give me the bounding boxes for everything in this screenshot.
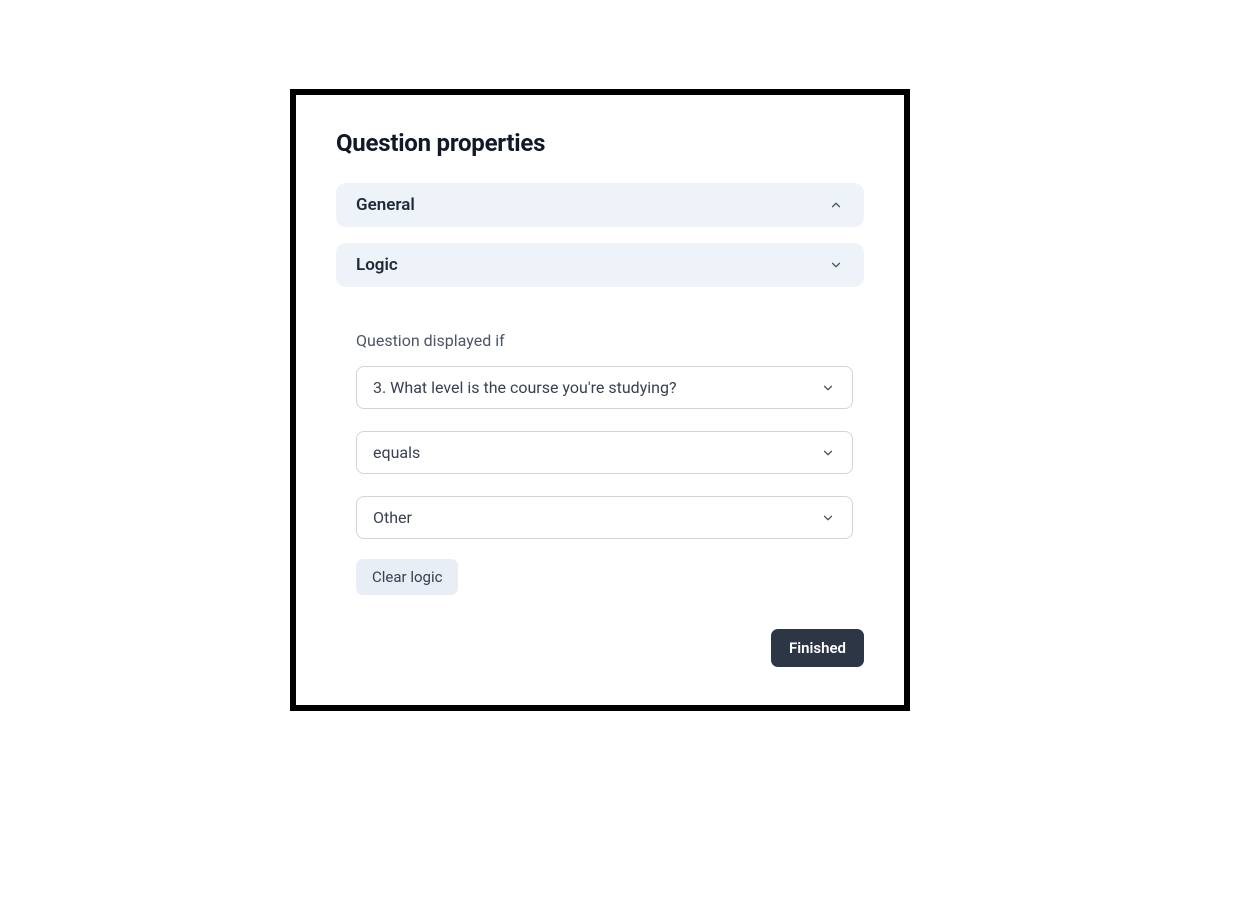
panel-title: Question properties bbox=[336, 129, 864, 157]
accordion-header-general[interactable]: General bbox=[336, 183, 864, 227]
condition-label: Question displayed if bbox=[356, 331, 864, 350]
chevron-down-icon bbox=[820, 380, 836, 396]
accordion-label-logic: Logic bbox=[356, 255, 398, 275]
accordion-header-logic[interactable]: Logic bbox=[336, 243, 864, 287]
chevron-down-icon bbox=[828, 257, 844, 273]
chevron-up-icon bbox=[828, 197, 844, 213]
value-select-value: Other bbox=[373, 508, 412, 527]
operator-select[interactable]: equals bbox=[356, 431, 853, 474]
question-select-value: 3. What level is the course you're study… bbox=[373, 378, 677, 397]
chevron-down-icon bbox=[820, 445, 836, 461]
operator-select-value: equals bbox=[373, 443, 420, 462]
accordion-label-general: General bbox=[356, 195, 415, 215]
chevron-down-icon bbox=[820, 510, 836, 526]
panel-footer: Finished bbox=[336, 629, 864, 667]
accordion: General Logic Question displayed if 3. W… bbox=[336, 183, 864, 595]
value-select[interactable]: Other bbox=[356, 496, 853, 539]
question-select[interactable]: 3. What level is the course you're study… bbox=[356, 366, 853, 409]
clear-logic-button[interactable]: Clear logic bbox=[356, 559, 458, 595]
logic-body: Question displayed if 3. What level is t… bbox=[336, 303, 864, 595]
question-properties-panel: Question properties General Logic Questi… bbox=[290, 89, 910, 711]
finished-button[interactable]: Finished bbox=[771, 629, 864, 667]
